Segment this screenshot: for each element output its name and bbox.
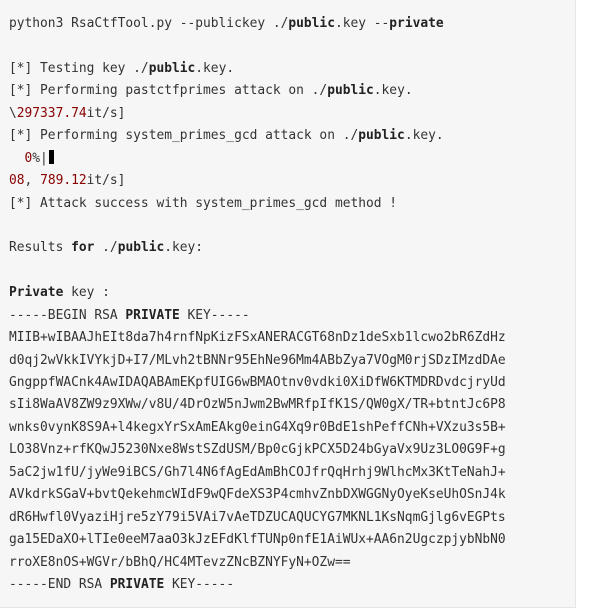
progress-line: 0%| — [9, 148, 575, 170]
key-line: LO38Vnz+rfKQwJ5230Nxe8WstSZdUSM/Bp0cGjkP… — [9, 442, 506, 458]
testing-key-line: [*] Testing key ./public.key. — [9, 60, 235, 76]
key-line: 5aC2jw1fU/jyWe9iBCS/Gh7l4N6fAgEdAmBhCOJf… — [9, 464, 506, 480]
key-line: wnks0vynK8S9A+l4kegxYrSxAmEAkg0einG4Xq9r… — [9, 419, 506, 435]
key-line: d0qj2wVkkIVYkjD+I7/MLvh2tBNNr95EhNe96Mm4… — [9, 352, 506, 368]
pastctfprimes-line: [*] Performing pastctfprimes attack on .… — [9, 83, 413, 99]
system-primes-gcd-line: [*] Performing system_primes_gcd attack … — [9, 128, 444, 144]
key-line: sIi8WaAV8ZW9z9XWw/v8U/4DrOzW5nJwm2BwMRfp… — [9, 397, 506, 413]
end-key-line: -----END RSA PRIVATE KEY----- — [9, 576, 235, 592]
progress-bar-block — [48, 149, 54, 164]
command-line: python3 RsaCtfTool.py --publickey ./publ… — [9, 16, 444, 31]
key-line: GngppfWACnk4AwIDAQABAmEKpfUIG6wBMAOtnv0v… — [9, 375, 506, 390]
results-line: Results for ./public.key: — [9, 240, 204, 256]
terminal-output: python3 RsaCtfTool.py --publickey ./publ… — [0, 0, 576, 608]
speed-line-1: \297337.74it/s] — [9, 105, 126, 121]
key-line: dR6Hwfl0VyaziHjre5zY79i5VAi7vAeTDZUCAQUC… — [9, 509, 506, 525]
key-line: rroXE8nOS+WGVr/bBhQ/HC4MTevzZNcBZNYFyN+O… — [9, 554, 351, 570]
key-line: ga15EDaXO+lTIe0eeM7aaO3kJzEFdKlfTUNp0nfE… — [9, 532, 506, 548]
attack-success-line: [*] Attack success with system_primes_gc… — [9, 195, 398, 211]
private-key-label: Private key : — [9, 285, 110, 301]
key-line: AVkdrkSGaV+bvtQekehmcWIdF9wQFdeXS3P4cmhv… — [9, 487, 506, 503]
begin-key-line: -----BEGIN RSA PRIVATE KEY----- — [9, 307, 250, 323]
speed-line-2: 08, 789.12it/s] — [9, 173, 126, 189]
key-line: MIIB+wIBAAJhEIt8da7h4rnfNpKizFSxANERACGT… — [9, 330, 506, 346]
